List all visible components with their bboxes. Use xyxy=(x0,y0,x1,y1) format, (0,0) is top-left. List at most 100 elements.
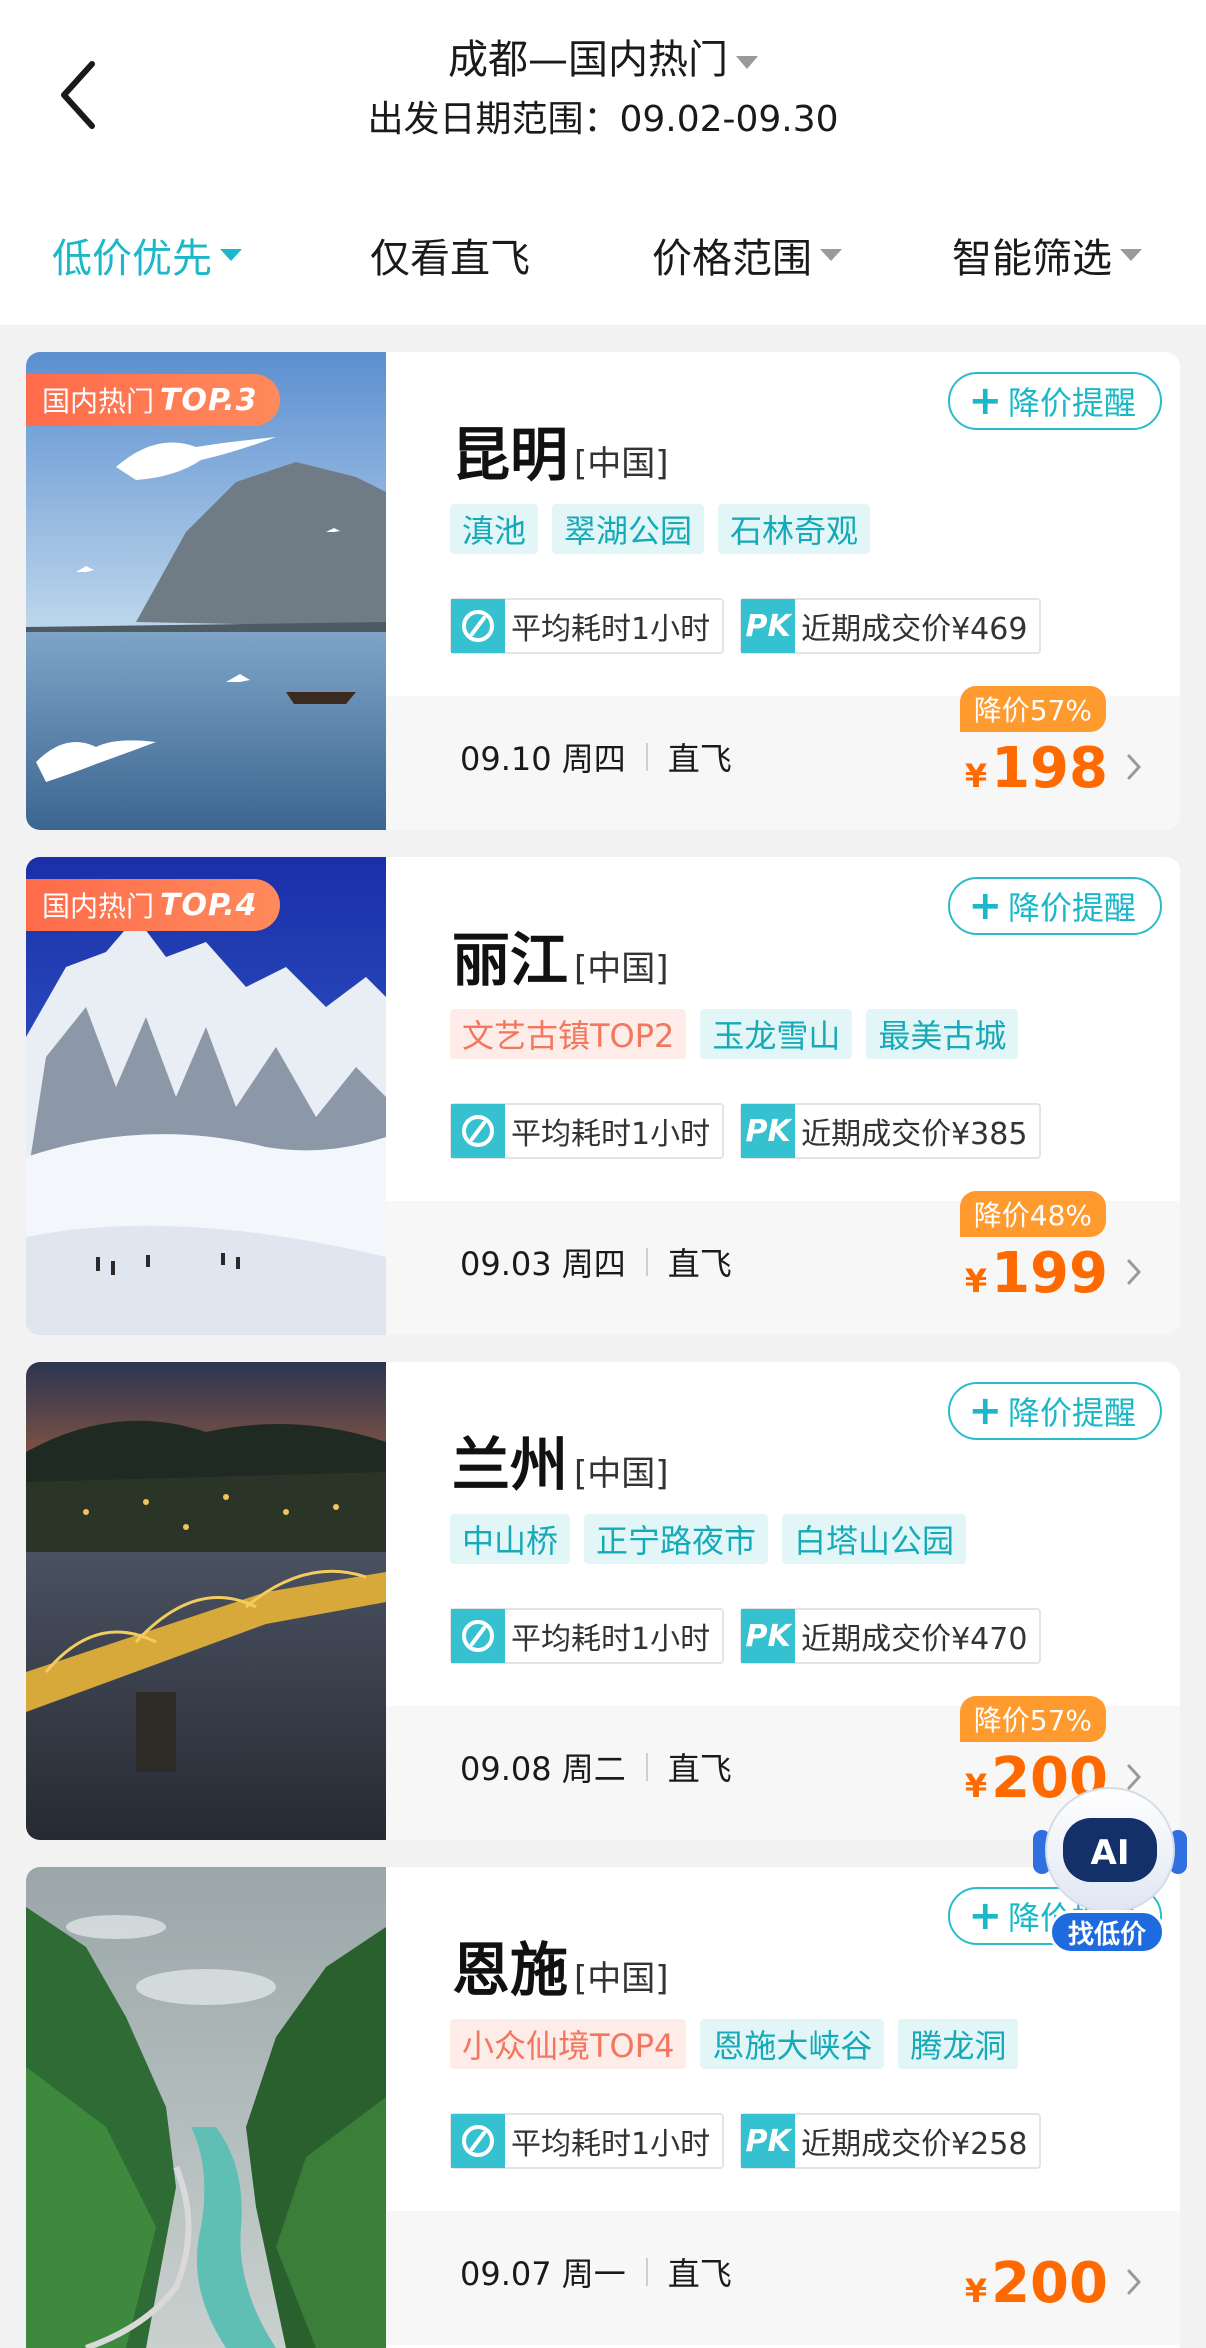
recent-price-text: 近期成交价¥258 xyxy=(801,2127,1028,2162)
caret-down-icon xyxy=(736,55,758,69)
price-alert-label: 降价提醒 xyxy=(1007,384,1136,422)
avg-time-box: 平均耗时1小时 xyxy=(450,1608,725,1664)
destination-photo: 国内热门 TOP.4 xyxy=(26,857,386,1335)
avg-time-box: 平均耗时1小时 xyxy=(450,2113,725,2169)
attraction-tag: 翠湖公园 xyxy=(552,504,705,554)
canyon-river-image xyxy=(26,1867,386,2348)
ai-label: 找低价 xyxy=(1049,1910,1165,1954)
bridge-night-image xyxy=(26,1362,386,1840)
filter-label: 价格范围 xyxy=(652,236,812,282)
destination-card[interactable]: 恩施[中国] + 降价提醒 小众仙境TOP4 恩施大峡谷 腾龙洞 平均耗时1小时… xyxy=(26,1867,1180,2348)
flight-date: 09.07 周一 直飞 xyxy=(460,2249,732,2295)
divider xyxy=(645,1248,648,1276)
pk-icon: PK xyxy=(741,1104,796,1158)
chevron-right-icon xyxy=(1122,2267,1146,2297)
city-title: 兰州 [中国] xyxy=(452,1418,669,1502)
avg-time-text: 平均耗时1小时 xyxy=(511,612,711,647)
card-body: 丽江 [中国] + 降价提醒 文艺古镇TOP2 玉龙雪山 最美古城 平均耗时1小时… xyxy=(386,857,1180,1335)
price-alert-label: 降价提醒 xyxy=(1007,1394,1136,1432)
caret-down-icon xyxy=(1120,249,1142,261)
chevron-right-icon xyxy=(1122,1257,1146,1287)
ranking-tag: 小众仙境TOP4 xyxy=(450,2019,687,2069)
currency-symbol: ¥ xyxy=(964,2272,988,2310)
date-range: 出发日期范围：09.02-09.30 xyxy=(367,99,839,140)
info-row: 平均耗时1小时 PK 近期成交价¥470 xyxy=(450,1608,1042,1664)
caret-down-icon xyxy=(820,249,842,261)
chevron-right-icon xyxy=(1122,752,1146,782)
price-band: 09.10 周四 直飞 降价57% ¥198 xyxy=(386,686,1180,830)
pk-icon: PK xyxy=(741,599,796,653)
card-body: 昆明 [中国] + 降价提醒 滇池 翠湖公园 石林奇观 平均耗时1小时 PK 近期… xyxy=(386,352,1180,830)
price: ¥198 xyxy=(965,736,1108,801)
currency-symbol: ¥ xyxy=(964,1767,988,1805)
route-title: 成都—国内热门 xyxy=(448,37,728,83)
price-band: 09.03 周四 直飞 降价48% ¥199 xyxy=(386,1191,1180,1335)
price-alert-button[interactable]: + 降价提醒 xyxy=(948,877,1162,935)
tag-list: 文艺古镇TOP2 玉龙雪山 最美古城 xyxy=(450,1009,1019,1059)
city-name: 兰州 xyxy=(452,1431,569,1499)
date-text: 09.10 周四 xyxy=(460,740,626,778)
flight-type: 直飞 xyxy=(667,1245,732,1283)
country-label: [中国] xyxy=(574,949,669,989)
filter-low-price[interactable]: 低价优先 xyxy=(52,215,242,295)
rank-prefix: 国内热门 xyxy=(42,385,155,418)
country-label: [中国] xyxy=(574,1959,669,1999)
filter-label: 仅看直飞 xyxy=(370,236,530,282)
pk-icon: PK xyxy=(741,1609,796,1663)
plus-icon: + xyxy=(968,883,1002,929)
destination-photo xyxy=(26,1362,386,1840)
divider xyxy=(645,743,648,771)
recent-price-box: PK 近期成交价¥470 xyxy=(740,1608,1042,1664)
filter-price-range[interactable]: 价格范围 xyxy=(652,215,842,295)
destination-photo: 国内热门 TOP.3 xyxy=(26,352,386,830)
filter-smart[interactable]: 智能筛选 xyxy=(952,215,1142,295)
plus-icon: + xyxy=(968,1893,1002,1939)
price-alert-button[interactable]: + 降价提醒 xyxy=(948,1382,1162,1440)
avg-time-box: 平均耗时1小时 xyxy=(450,598,725,654)
date-text: 09.07 周一 xyxy=(460,2255,626,2293)
price-alert-label: 降价提醒 xyxy=(1007,889,1136,927)
price: ¥199 xyxy=(965,1241,1108,1306)
divider xyxy=(645,2258,648,2286)
destination-card[interactable]: 兰州 [中国] + 降价提醒 中山桥 正宁路夜市 白塔山公园 平均耗时1小时 PK… xyxy=(26,1362,1180,1840)
destination-card[interactable]: 国内热门 TOP.3 昆明 [中国] + 降价提醒 滇池 翠湖公园 石林奇观 平均… xyxy=(26,352,1180,830)
caret-down-icon xyxy=(220,249,242,261)
avg-time-box: 平均耗时1小时 xyxy=(450,1103,725,1159)
filter-bar: 低价优先 仅看直飞 价格范围 智能筛选 xyxy=(0,215,1206,295)
rank-number: TOP.4 xyxy=(160,887,258,923)
recent-price-text: 近期成交价¥385 xyxy=(801,1117,1028,1152)
city-title: 恩施 [中国] xyxy=(452,1923,669,2007)
rank-badge: 国内热门 TOP.3 xyxy=(26,374,280,426)
clock-icon xyxy=(451,1609,505,1663)
flight-type: 直飞 xyxy=(667,2255,732,2293)
info-row: 平均耗时1小时 PK 近期成交价¥385 xyxy=(450,1103,1042,1159)
clock-icon xyxy=(451,1104,505,1158)
price-amount: 200 xyxy=(991,2251,1108,2316)
ai-low-price-button[interactable]: AI 找低价 xyxy=(1025,1768,1195,1958)
date-text: 09.03 周四 xyxy=(460,1245,626,1283)
pk-icon: PK xyxy=(741,2114,796,2168)
filter-direct-only[interactable]: 仅看直飞 xyxy=(370,215,530,295)
country-label: [中国] xyxy=(574,444,669,484)
flight-type: 直飞 xyxy=(667,740,732,778)
rank-prefix: 国内热门 xyxy=(42,890,155,923)
info-row: 平均耗时1小时 PK 近期成交价¥469 xyxy=(450,598,1042,654)
avg-time-text: 平均耗时1小时 xyxy=(511,2127,711,2162)
discount-badge: 降价48% xyxy=(959,1191,1106,1237)
attraction-tag: 正宁路夜市 xyxy=(584,1514,769,1564)
attraction-tag: 最美古城 xyxy=(866,1009,1019,1059)
destination-photo xyxy=(26,1867,386,2348)
recent-price-text: 近期成交价¥469 xyxy=(801,612,1028,647)
price-alert-button[interactable]: + 降价提醒 xyxy=(948,372,1162,430)
top-header: 成都—国内热门 出发日期范围：09.02-09.30 低价优先 仅看直飞 价格范… xyxy=(0,0,1206,325)
title-block: 成都—国内热门 出发日期范围：09.02-09.30 xyxy=(0,30,1206,150)
attraction-tag: 石林奇观 xyxy=(718,504,871,554)
robot-icon: AI xyxy=(1033,1787,1187,1913)
price-amount: 198 xyxy=(991,736,1108,801)
city-name: 恩施 xyxy=(452,1936,569,2004)
date-text: 09.08 周二 xyxy=(460,1750,626,1788)
tag-list: 滇池 翠湖公园 石林奇观 xyxy=(450,504,871,554)
route-title-dropdown[interactable]: 成都—国内热门 xyxy=(0,30,1206,90)
tag-list: 小众仙境TOP4 恩施大峡谷 腾龙洞 xyxy=(450,2019,1019,2069)
destination-card[interactable]: 国内热门 TOP.4 丽江 [中国] + 降价提醒 文艺古镇TOP2 玉龙雪山 最… xyxy=(26,857,1180,1335)
